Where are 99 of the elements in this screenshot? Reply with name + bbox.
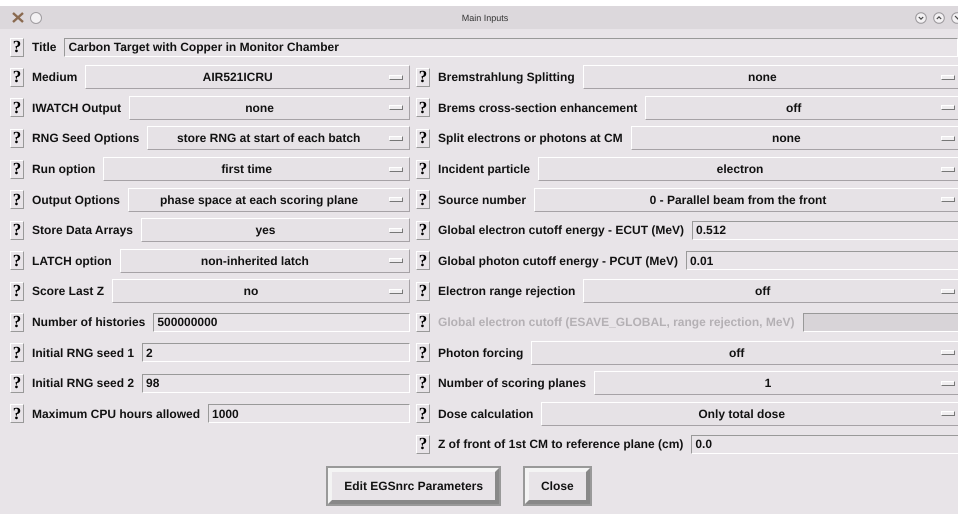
menu-indicator-icon: [941, 197, 955, 202]
minimize-icon[interactable]: [915, 12, 927, 24]
help-button[interactable]: ?: [10, 128, 24, 148]
help-button[interactable]: ?: [10, 404, 24, 424]
option-menu[interactable]: Only total dose: [541, 402, 958, 426]
option-menu[interactable]: phase space at each scoring plane: [128, 188, 410, 212]
option-menu[interactable]: 0 - Parallel beam from the front: [534, 188, 958, 212]
menu-indicator-icon: [389, 258, 403, 264]
help-button[interactable]: ?: [10, 68, 24, 87]
option-menu[interactable]: off: [583, 279, 958, 304]
menu-indicator-icon: [389, 228, 403, 233]
menu-indicator-icon: [941, 411, 955, 416]
help-button[interactable]: ?: [10, 312, 24, 332]
menu-indicator-icon: [389, 136, 403, 141]
help-button[interactable]: ?: [416, 98, 430, 118]
help-button[interactable]: ?: [10, 251, 24, 270]
help-button[interactable]: ?: [416, 160, 430, 179]
field-label: Initial RNG seed 1: [32, 346, 134, 360]
option-menu[interactable]: 1: [594, 371, 958, 396]
menu-indicator-icon: [941, 166, 955, 172]
help-button[interactable]: ?: [10, 38, 24, 56]
field-label: Bremstrahlung Splitting: [438, 70, 575, 84]
field-label: Medium: [32, 70, 78, 84]
field-label: Z of front of 1st CM to reference plane (cm): [438, 437, 684, 452]
help-button[interactable]: ?: [10, 282, 24, 301]
input-field[interactable]: 2: [142, 343, 410, 362]
help-button[interactable]: ?: [416, 68, 430, 87]
help-button[interactable]: ?: [10, 374, 24, 393]
dialog-button[interactable]: Edit EGSnrc Parameters: [328, 468, 500, 504]
input-field[interactable]: 1000: [208, 404, 410, 424]
menu-indicator-icon: [941, 350, 955, 356]
help-button[interactable]: ?: [416, 374, 430, 393]
field-label: RNG Seed Options: [32, 131, 140, 146]
option-menu[interactable]: none: [129, 96, 410, 120]
field-label: Output Options: [32, 192, 120, 207]
help-button[interactable]: ?: [416, 128, 430, 148]
field-label: Global electron cutoff energy - ECUT (MeV): [438, 223, 684, 238]
help-button[interactable]: ?: [10, 98, 24, 118]
close-icon[interactable]: [951, 12, 958, 24]
field-label: Brems cross-section enhancement: [438, 100, 638, 115]
option-menu[interactable]: yes: [140, 218, 410, 242]
input-field[interactable]: 0.512: [692, 220, 958, 240]
option-menu[interactable]: none: [582, 65, 958, 90]
menu-indicator-icon: [941, 288, 955, 294]
field-label: Number of histories: [32, 315, 146, 330]
field-label: IWATCH Output: [32, 100, 122, 115]
field-label: Number of scoring planes: [438, 376, 586, 390]
option-menu[interactable]: no: [112, 279, 410, 304]
option-menu[interactable]: first time: [103, 157, 410, 182]
option-menu[interactable]: AIR521ICRU: [85, 65, 410, 90]
help-button[interactable]: ?: [416, 190, 430, 210]
field-label: Maximum CPU hours allowed: [32, 406, 200, 421]
menu-indicator-icon: [941, 136, 955, 141]
help-button[interactable]: ?: [10, 190, 24, 210]
field-label: Initial RNG seed 2: [32, 376, 134, 390]
option-menu[interactable]: off: [531, 340, 958, 365]
field-label: Run option: [32, 162, 96, 176]
help-button[interactable]: ?: [416, 251, 430, 270]
option-menu[interactable]: store RNG at start of each batch: [147, 126, 410, 150]
window-title: Main Inputs: [462, 12, 508, 22]
input-field[interactable]: 0.0: [691, 434, 958, 454]
help-button[interactable]: ?: [416, 404, 430, 424]
help-button[interactable]: ?: [10, 220, 24, 240]
menu-indicator-icon: [389, 74, 403, 80]
menu-indicator-icon: [941, 380, 955, 386]
menu-indicator-icon: [389, 197, 403, 202]
help-button[interactable]: ?: [416, 434, 430, 454]
option-menu[interactable]: off: [645, 96, 958, 120]
field-label: Score Last Z: [32, 284, 104, 298]
option-menu[interactable]: none: [630, 126, 958, 150]
input-field[interactable]: Carbon Target with Copper in Monitor Chamber: [64, 38, 958, 56]
option-menu[interactable]: non-inherited latch: [120, 248, 410, 273]
menu-indicator-icon: [389, 166, 403, 172]
help-button[interactable]: ?: [416, 343, 430, 362]
field-label: Global photon cutoff energy - PCUT (MeV): [438, 254, 678, 268]
menu-indicator-icon: [389, 288, 403, 294]
maximize-icon[interactable]: [933, 12, 945, 24]
help-button[interactable]: ?: [10, 343, 24, 362]
field-label: Photon forcing: [438, 346, 524, 360]
field-label: Source number: [438, 192, 526, 207]
field-label: Electron range rejection: [438, 284, 576, 298]
field-label: Store Data Arrays: [32, 223, 133, 238]
help-button[interactable]: ?: [416, 282, 430, 301]
help-button[interactable]: ?: [10, 160, 24, 179]
field-label: Incident particle: [438, 162, 530, 176]
option-menu[interactable]: electron: [538, 157, 958, 182]
field-label: Dose calculation: [438, 406, 534, 421]
field-label: Title: [32, 40, 56, 54]
menu-indicator-icon: [389, 105, 403, 110]
input-field[interactable]: 0.01: [686, 251, 958, 270]
help-button[interactable]: ?: [416, 220, 430, 240]
field-label: Split electrons or photons at CM: [438, 131, 623, 146]
field-label: LATCH option: [32, 254, 112, 268]
input-field[interactable]: 500000000: [153, 312, 410, 332]
dialog-button[interactable]: Close: [525, 468, 590, 504]
x-icon[interactable]: [12, 12, 24, 23]
menu-indicator-icon: [941, 74, 955, 80]
menu-indicator-icon: [941, 105, 955, 110]
input-field[interactable]: 98: [142, 374, 410, 393]
